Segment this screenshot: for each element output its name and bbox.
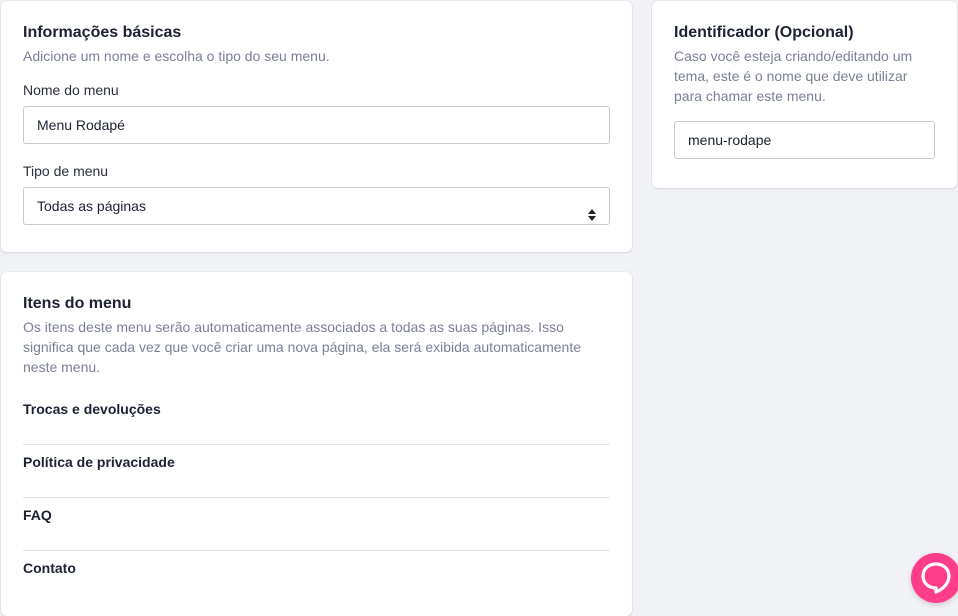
identifier-input[interactable] <box>674 121 935 159</box>
chat-bubble-icon <box>921 562 951 594</box>
menu-item[interactable]: FAQ <box>23 498 610 551</box>
identifier-card: Identificador (Opcional) Caso você estej… <box>652 1 957 188</box>
menu-items-title: Itens do menu <box>23 295 132 312</box>
menu-item[interactable]: Contato <box>23 551 610 604</box>
chat-button[interactable] <box>911 553 958 603</box>
menu-type-value: Todas as páginas <box>37 198 146 214</box>
menu-items-description: Os itens deste menu serão automaticament… <box>23 319 581 375</box>
basic-info-title: Informações básicas <box>23 24 182 41</box>
identifier-description: Caso você esteja criando/editando um tem… <box>674 48 913 104</box>
basic-info-description: Adicione um nome e escolha o tipo do seu… <box>23 48 330 64</box>
menu-items-card: Itens do menu Os itens deste menu serão … <box>1 272 632 616</box>
menu-name-label: Nome do menu <box>23 82 119 98</box>
menu-item[interactable]: Trocas e devoluções <box>23 399 610 445</box>
menu-name-input[interactable] <box>23 106 610 144</box>
menu-type-select[interactable]: Todas as páginas <box>23 187 610 225</box>
menu-type-label: Tipo de menu <box>23 163 109 179</box>
menu-items-list: Trocas e devoluções Política de privacid… <box>23 399 610 604</box>
identifier-title: Identificador (Opcional) <box>674 24 854 41</box>
select-arrows-icon <box>587 199 597 221</box>
menu-item[interactable]: Política de privacidade <box>23 445 610 498</box>
basic-info-card: Informações básicas Adicione um nome e e… <box>1 1 632 252</box>
